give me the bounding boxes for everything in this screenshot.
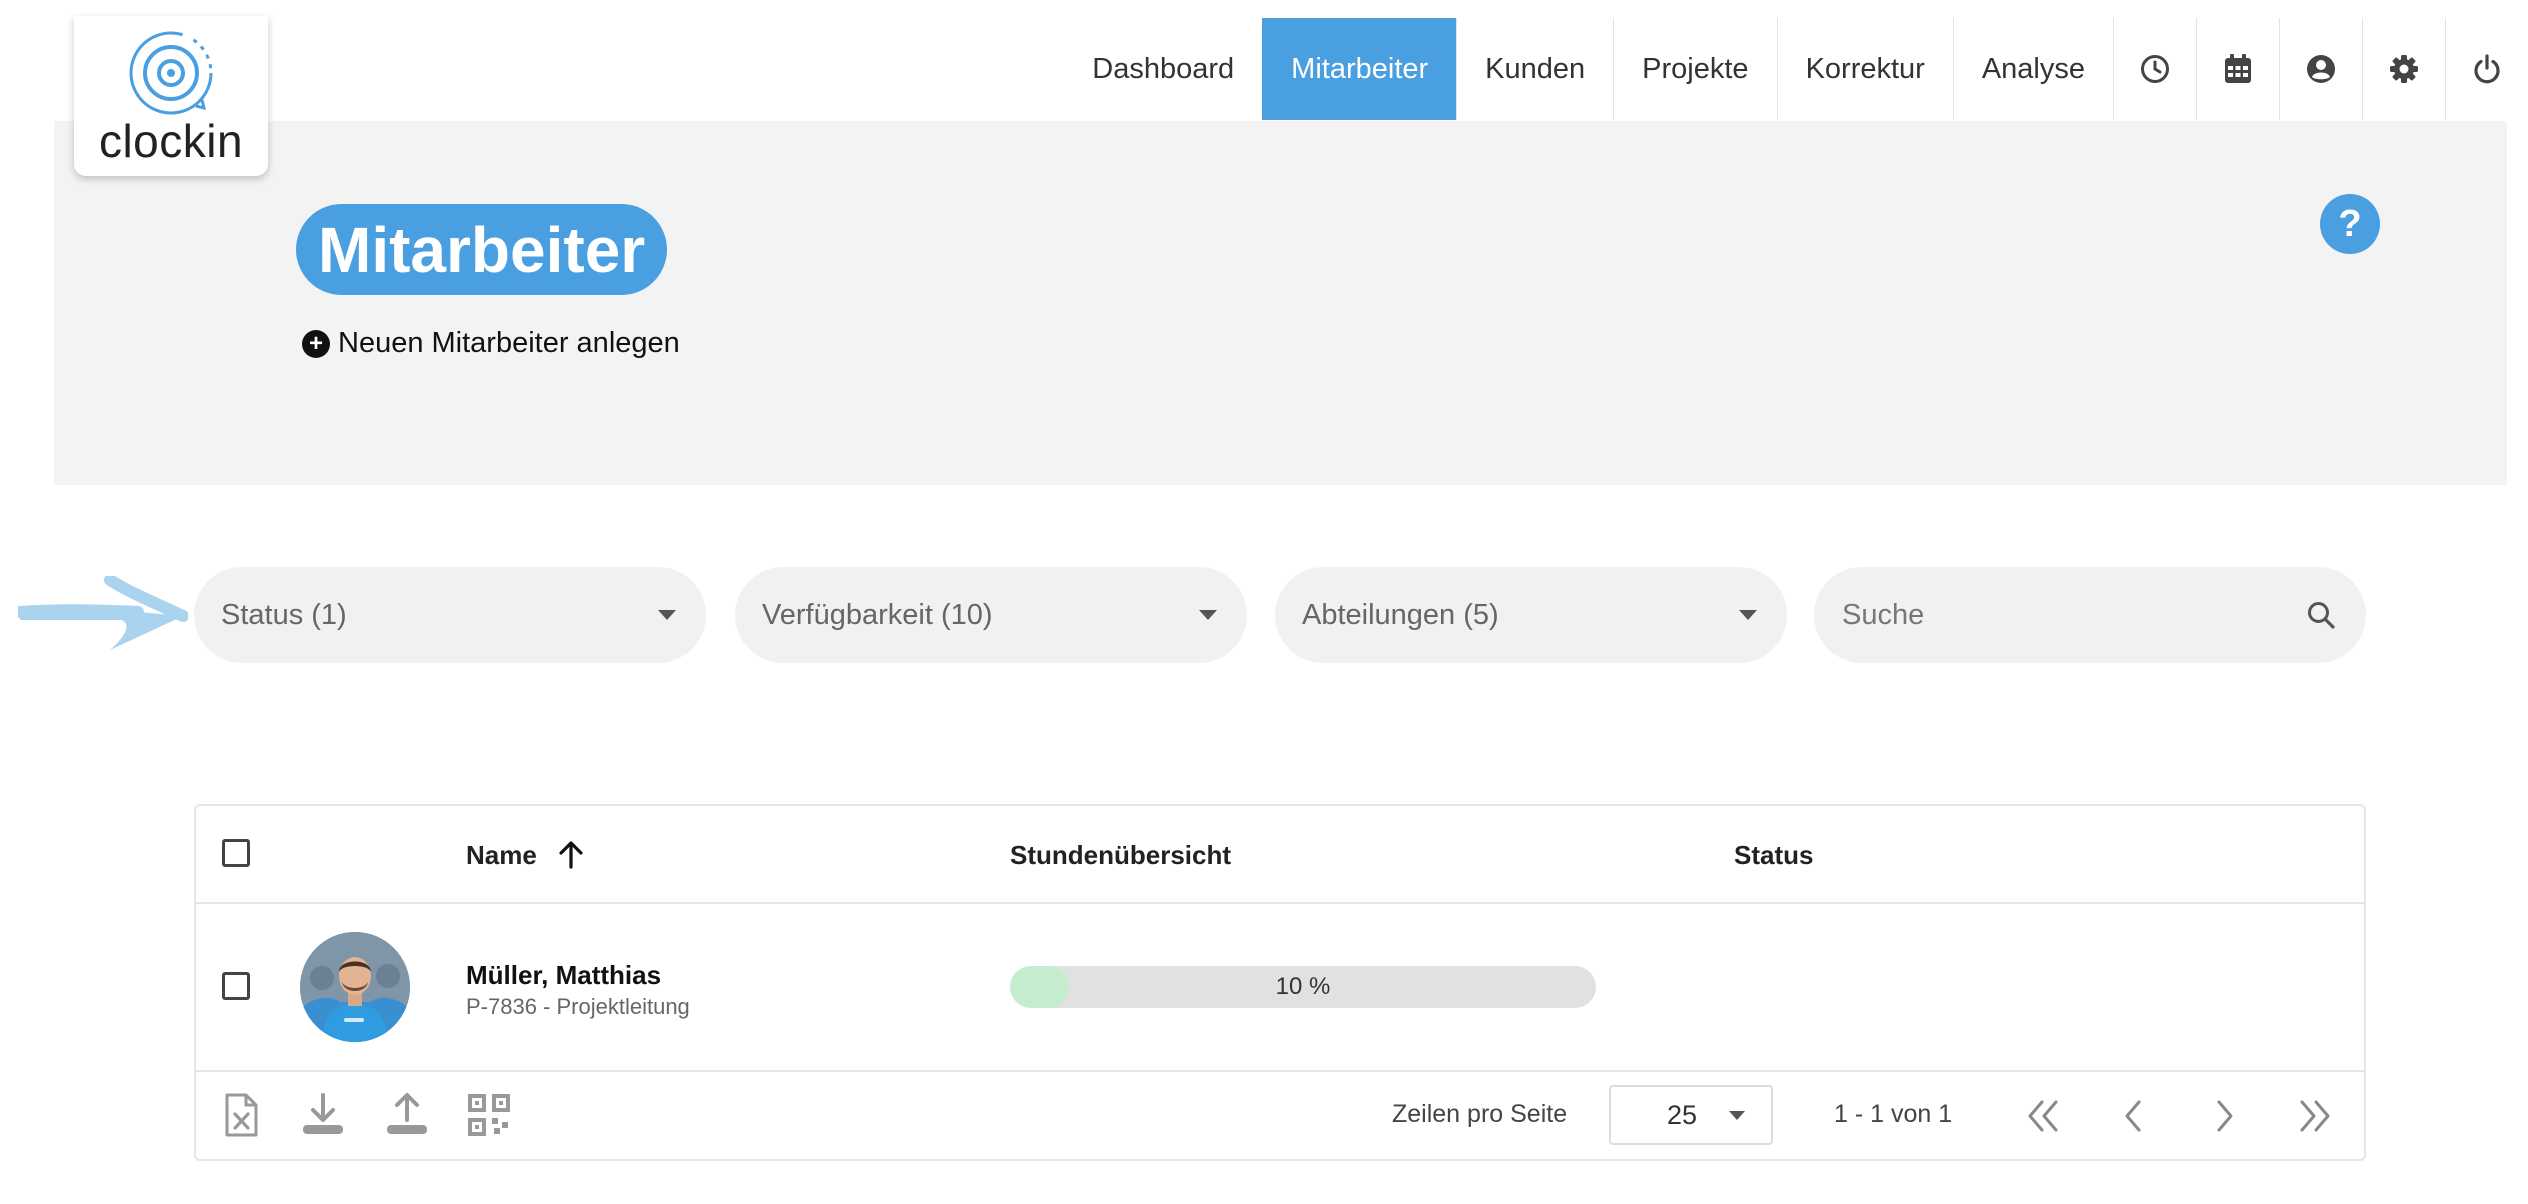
nav-calendar[interactable] (2196, 18, 2279, 120)
hours-progress-label: 10 % (1275, 973, 1331, 1000)
status-filter-label: Status (1) (221, 598, 347, 631)
column-status-header[interactable]: Status (1734, 840, 1813, 871)
departments-filter-label: Abteilungen (5) (1302, 598, 1499, 631)
clockin-logo[interactable]: clockin (74, 16, 268, 176)
chevron-down-icon (1739, 610, 1757, 620)
column-name-label: Name (466, 840, 537, 870)
hours-progress-bar: 10 % (1010, 966, 1596, 1008)
clock-icon (2141, 55, 2169, 83)
chevron-down-icon (1729, 1110, 1745, 1120)
table-row[interactable]: Müller, Matthias P-7836 - Projektleitung… (196, 904, 2364, 1072)
table-header: Name Stundenübersicht Status (196, 806, 2364, 904)
last-page-icon[interactable] (2292, 1094, 2336, 1138)
user-circle-icon (2307, 55, 2335, 83)
pointer-arrow-icon (18, 576, 188, 650)
search-box (1814, 567, 2366, 663)
availability-filter[interactable]: Verfügbarkeit (10) (735, 567, 1247, 663)
nav-projekte[interactable]: Projekte (1613, 18, 1777, 120)
main-navigation: Dashboard Mitarbeiter Kunden Projekte Ko… (1064, 18, 2528, 120)
nav-dashboard[interactable]: Dashboard (1064, 18, 1263, 120)
next-page-icon[interactable] (2202, 1094, 2246, 1138)
select-all-checkbox[interactable] (222, 839, 250, 867)
sort-ascending-icon[interactable] (556, 840, 586, 870)
nav-mitarbeiter[interactable]: Mitarbeiter (1262, 18, 1457, 120)
calendar-icon (2225, 54, 2251, 83)
chevron-down-icon (1199, 610, 1217, 620)
logo-wordmark: clockin (98, 115, 244, 167)
download-icon[interactable] (300, 1092, 346, 1138)
page-header-band (54, 121, 2507, 485)
employee-photo (300, 932, 410, 1042)
add-employee-label: Neuen Mitarbeiter anlegen (338, 327, 680, 359)
plus-circle-icon: + (302, 329, 330, 358)
help-button[interactable]: ? (2320, 194, 2380, 254)
nav-analyse[interactable]: Analyse (1952, 18, 2113, 120)
employee-name[interactable]: Müller, Matthias (466, 960, 661, 991)
export-excel-icon[interactable] (218, 1092, 264, 1138)
nav-logout[interactable] (2445, 18, 2528, 120)
departments-filter[interactable]: Abteilungen (5) (1275, 567, 1787, 663)
employee-id-role: P-7836 - Projektleitung (466, 994, 690, 1019)
rows-per-page-select[interactable]: 25 (1609, 1085, 1773, 1145)
employee-table: Name Stundenübersicht Status Müller, Mat… (194, 804, 2366, 1161)
power-icon (2474, 54, 2500, 84)
avatar (300, 932, 410, 1042)
nav-kunden[interactable]: Kunden (1456, 18, 1614, 120)
nav-settings[interactable] (2362, 18, 2445, 120)
row-checkbox[interactable] (222, 972, 250, 1000)
column-hours-header[interactable]: Stundenübersicht (1010, 840, 1231, 871)
first-page-icon[interactable] (2022, 1094, 2066, 1138)
nav-korrektur[interactable]: Korrektur (1776, 18, 1953, 120)
upload-icon[interactable] (384, 1092, 430, 1138)
add-employee-link[interactable]: + Neuen Mitarbeiter anlegen (302, 327, 680, 360)
pagination-range: 1 - 1 von 1 (1834, 1100, 1953, 1128)
rows-per-page-value: 25 (1667, 1099, 1698, 1130)
page-title: Mitarbeiter (296, 204, 668, 295)
logo-target-icon (129, 31, 213, 115)
column-name-header[interactable]: Name (466, 840, 586, 871)
status-filter[interactable]: Status (1) (194, 567, 706, 663)
availability-filter-label: Verfügbarkeit (10) (762, 598, 993, 631)
chevron-down-icon (658, 610, 676, 620)
table-footer: Zeilen pro Seite 25 1 - 1 von 1 (196, 1072, 2364, 1161)
previous-page-icon[interactable] (2112, 1094, 2156, 1138)
nav-profile[interactable] (2279, 18, 2362, 120)
gear-icon (2390, 55, 2418, 83)
search-input[interactable] (1840, 597, 2306, 633)
nav-time-tracking[interactable] (2113, 18, 2196, 120)
search-icon[interactable] (2306, 600, 2336, 630)
rows-per-page-label: Zeilen pro Seite (1392, 1100, 1568, 1128)
qr-code-icon[interactable] (466, 1092, 512, 1138)
